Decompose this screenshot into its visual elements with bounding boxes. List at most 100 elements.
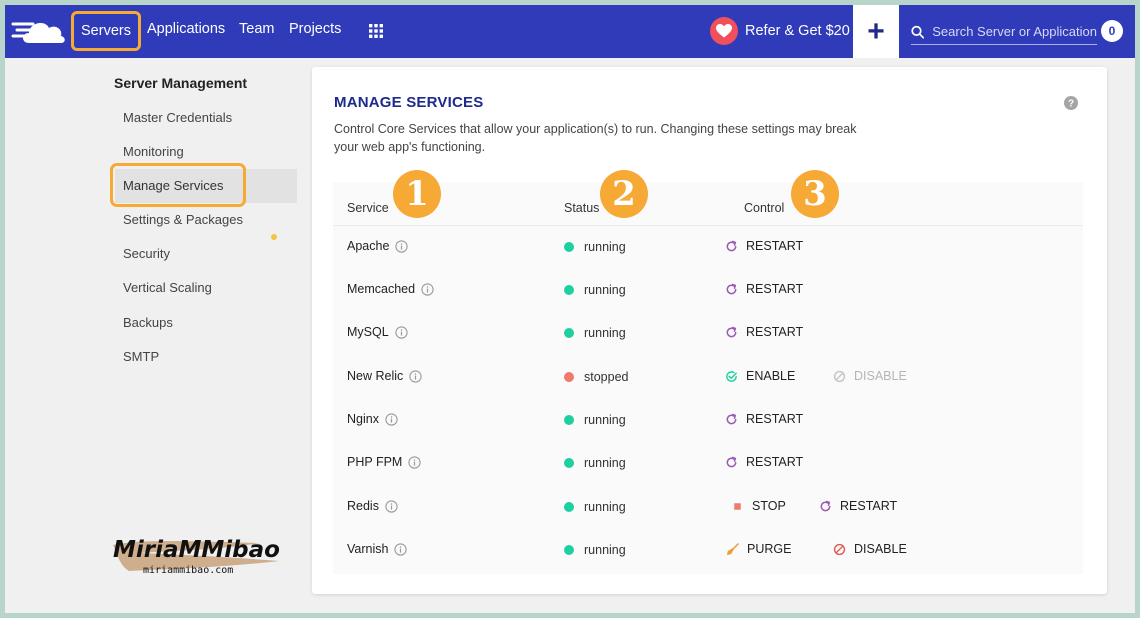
page-description: Control Core Services that allow your ap… bbox=[334, 122, 857, 154]
info-icon[interactable] bbox=[395, 239, 409, 253]
sidebar-item-vertical-scaling[interactable]: Vertical Scaling bbox=[123, 280, 212, 295]
info-icon[interactable] bbox=[385, 499, 398, 513]
restart-nginx-button[interactable]: RESTART bbox=[725, 412, 803, 426]
info-icon[interactable] bbox=[395, 325, 408, 339]
service-label: New Relic bbox=[347, 369, 404, 383]
service-label: Redis bbox=[347, 499, 379, 513]
cloudways-logo-icon[interactable] bbox=[11, 15, 67, 47]
restart-redis-button[interactable]: RESTART bbox=[819, 499, 897, 513]
status-label: running bbox=[584, 500, 626, 514]
status-label: running bbox=[584, 543, 626, 557]
plus-icon: + bbox=[867, 14, 885, 48]
control-label: DISABLE bbox=[854, 369, 907, 383]
status-varnish: running bbox=[564, 543, 626, 557]
apps-grid-icon[interactable] bbox=[369, 24, 383, 38]
sidebar-highlight-box bbox=[110, 163, 246, 207]
sidebar-item-monitoring[interactable]: Monitoring bbox=[123, 144, 184, 159]
status-label: running bbox=[584, 413, 626, 427]
refer-link[interactable]: Refer & Get $20 bbox=[710, 16, 850, 46]
search-placeholder: Search Server or Application bbox=[932, 24, 1097, 39]
service-name-varnish: Varnish bbox=[347, 542, 408, 556]
sidebar-item-master-credentials[interactable]: Master Credentials bbox=[123, 110, 232, 125]
control-label: DISABLE bbox=[854, 542, 907, 556]
info-icon[interactable] bbox=[409, 369, 422, 383]
app-frame: Servers Applications Team Projects Refer… bbox=[5, 5, 1135, 613]
restart-php-fpm-button[interactable]: RESTART bbox=[725, 455, 803, 469]
enable-new-relic-button[interactable]: ENABLE bbox=[725, 369, 795, 383]
table-row: Memcached running RESTART bbox=[333, 269, 1083, 312]
service-label: Nginx bbox=[347, 412, 379, 426]
restart-apache-button[interactable]: RESTART bbox=[725, 239, 803, 253]
sidebar-item-smtp[interactable]: SMTP bbox=[123, 349, 159, 364]
page-title: MANAGE SERVICES bbox=[334, 94, 484, 111]
stop-redis-button[interactable]: STOP bbox=[731, 499, 786, 513]
top-navigation-bar: Servers Applications Team Projects Refer… bbox=[5, 5, 1135, 58]
status-label: running bbox=[584, 240, 626, 254]
nav-servers-label: Servers bbox=[81, 23, 131, 39]
nav-team[interactable]: Team bbox=[239, 21, 274, 37]
status-label: running bbox=[584, 326, 626, 340]
status-dot-icon bbox=[564, 372, 574, 382]
watermark-title: MiriaMMibao bbox=[113, 537, 280, 563]
status-label: running bbox=[584, 456, 626, 470]
control-label: RESTART bbox=[746, 412, 804, 426]
service-label: Varnish bbox=[347, 542, 389, 556]
control-label: PURGE bbox=[747, 542, 792, 556]
check-circle-icon bbox=[725, 370, 746, 383]
info-icon[interactable] bbox=[385, 412, 398, 426]
status-php-fpm: running bbox=[564, 456, 626, 470]
callout-badge-3: 3 bbox=[791, 170, 839, 218]
restart-mysql-button[interactable]: RESTART bbox=[725, 325, 803, 339]
info-icon[interactable] bbox=[421, 282, 434, 296]
nav-applications[interactable]: Applications bbox=[147, 21, 225, 37]
service-name-redis: Redis bbox=[347, 499, 398, 513]
table-row: Redis running STOP RESTART bbox=[333, 486, 1083, 529]
purge-varnish-button[interactable]: PURGE bbox=[726, 542, 791, 556]
service-label: MySQL bbox=[347, 325, 389, 339]
service-label: Apache bbox=[347, 239, 390, 253]
status-dot-icon bbox=[564, 458, 574, 468]
svg-text:?: ? bbox=[1068, 99, 1074, 110]
disable-new-relic-button[interactable]: DISABLE bbox=[833, 369, 907, 383]
service-name-mysql: MySQL bbox=[347, 325, 408, 339]
service-name-memcached: Memcached bbox=[347, 282, 434, 296]
restart-memcached-button[interactable]: RESTART bbox=[725, 282, 803, 296]
nav-projects[interactable]: Projects bbox=[289, 21, 341, 37]
sidebar-item-settings-packages[interactable]: Settings & Packages bbox=[123, 212, 243, 227]
status-dot-icon bbox=[564, 502, 574, 512]
service-label: PHP FPM bbox=[347, 455, 403, 469]
heart-icon bbox=[710, 17, 738, 45]
info-icon[interactable] bbox=[394, 542, 408, 556]
service-name-new-relic: New Relic bbox=[347, 369, 422, 383]
control-label: RESTART bbox=[746, 239, 804, 253]
help-icon[interactable]: ? bbox=[1064, 96, 1078, 110]
table-row: MySQL running RESTART bbox=[333, 312, 1083, 355]
disable-varnish-button[interactable]: DISABLE bbox=[833, 542, 907, 556]
control-label: RESTART bbox=[840, 499, 898, 513]
services-table: Service 1 Status 2 Control 3 Apache runn… bbox=[333, 170, 1083, 574]
stop-icon bbox=[731, 500, 752, 513]
control-label: RESTART bbox=[746, 325, 804, 339]
table-row: New Relic stopped ENABLE DISABLE bbox=[333, 356, 1083, 399]
sidebar-item-security[interactable]: Security bbox=[123, 246, 170, 261]
notification-count-badge[interactable]: 0 bbox=[1101, 20, 1123, 42]
restart-icon bbox=[725, 456, 746, 469]
search-field[interactable]: Search Server or Application bbox=[911, 19, 1097, 45]
control-label: ENABLE bbox=[746, 369, 796, 383]
watermark-logo: MiriaMMibao miriammibao.com bbox=[113, 537, 280, 576]
table-row: Varnish running PURGE DISABLE bbox=[333, 529, 1083, 572]
info-icon[interactable] bbox=[408, 455, 421, 469]
add-button[interactable]: + bbox=[853, 5, 899, 58]
restart-icon bbox=[725, 283, 746, 296]
callout-badge-2: 2 bbox=[600, 170, 648, 218]
nav-servers[interactable]: Servers bbox=[71, 11, 141, 51]
column-header-status: Status bbox=[564, 201, 600, 215]
control-label: RESTART bbox=[746, 455, 804, 469]
column-header-service: Service bbox=[347, 201, 389, 215]
status-new-relic: stopped bbox=[564, 370, 628, 384]
status-dot-icon bbox=[564, 242, 574, 252]
indicator-dot bbox=[271, 234, 277, 240]
sidebar-item-backups[interactable]: Backups bbox=[123, 315, 173, 330]
refer-label: Refer & Get $20 bbox=[745, 23, 850, 39]
status-label: running bbox=[584, 283, 626, 297]
